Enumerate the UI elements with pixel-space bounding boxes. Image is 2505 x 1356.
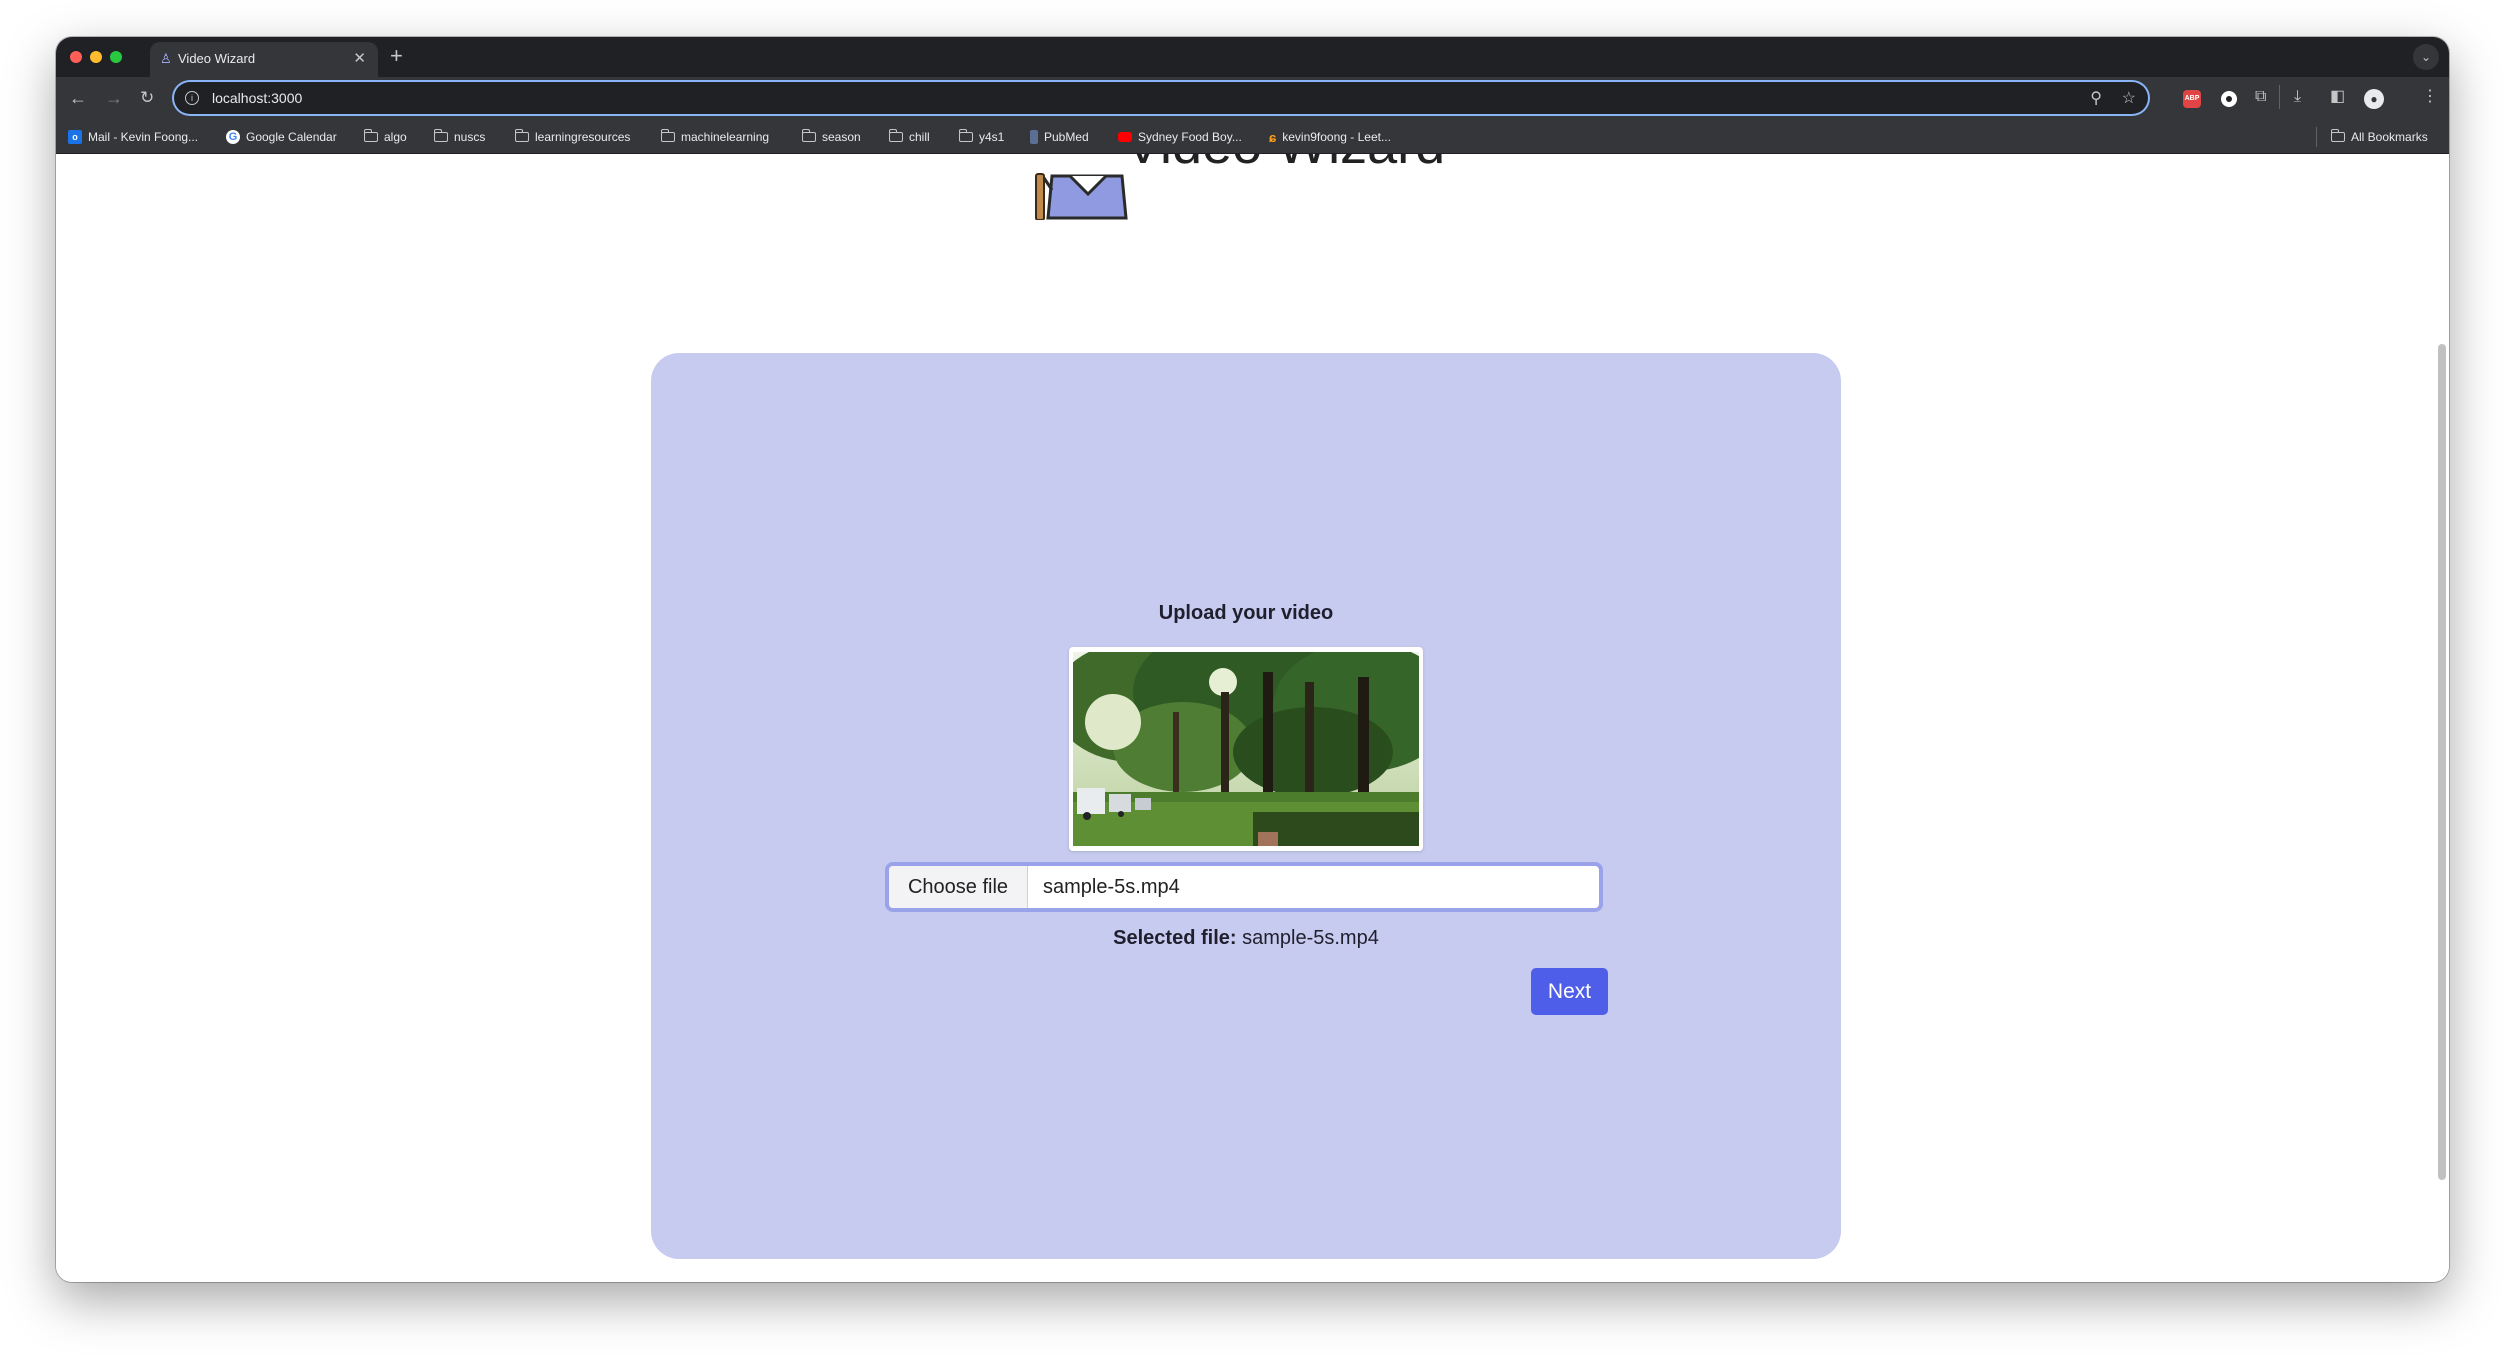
bookmark-folder-nuscs[interactable]: nuscs (433, 129, 486, 145)
google-icon: G (226, 130, 240, 144)
bookmark-label: PubMed (1044, 130, 1089, 144)
zoom-window-button[interactable] (110, 51, 122, 63)
page-content: Video Wizard Upload your video (56, 154, 2449, 1282)
video-thumbnail (1073, 652, 1419, 846)
folder-icon (888, 129, 903, 142)
selected-file-text: Selected file: sample-5s.mp4 (651, 927, 1841, 950)
video-preview (1069, 647, 1423, 851)
youtube-icon (1118, 132, 1132, 142)
bookmark-label: learningresources (535, 130, 631, 144)
tab-video-wizard[interactable]: ♙ Video Wizard ✕ (150, 42, 378, 77)
selected-file-value: sample-5s.mp4 (1242, 927, 1379, 949)
upload-card: Upload your video Choose file sample-5s.… (651, 353, 1841, 1259)
more-menu-icon[interactable]: ⋮ (2422, 89, 2438, 105)
extensions-puzzle-icon[interactable]: ⧉ (2255, 89, 2266, 105)
tab-strip: ♙ Video Wizard ✕ + ⌄ (56, 37, 2449, 77)
folder-icon (514, 129, 529, 142)
chosen-file-name: sample-5s.mp4 (1043, 876, 1180, 898)
side-panel-icon[interactable]: ◧ (2330, 89, 2345, 105)
toolbar-divider (2279, 85, 2280, 109)
bookmark-folder-algo[interactable]: algo (363, 129, 407, 145)
zoom-icon[interactable]: ⚲ (2090, 88, 2102, 108)
bookmark-star-icon[interactable]: ☆ (2122, 88, 2136, 108)
bookmark-folder-machinelearning[interactable]: machinelearning (660, 129, 770, 145)
leetcode-icon: ɕ (1269, 129, 1277, 145)
all-bookmarks-button[interactable]: All Bookmarks (2330, 129, 2428, 145)
record-extension-icon[interactable] (2221, 91, 2237, 107)
outlook-icon: o (68, 130, 82, 144)
app-title: Video Wizard (1125, 154, 1445, 176)
bookmark-folder-season[interactable]: season (801, 129, 861, 145)
tab-search-button[interactable]: ⌄ (2413, 44, 2439, 70)
browser-window: ♙ Video Wizard ✕ + ⌄ ← → ↻ i localhost:3… (56, 37, 2449, 1282)
all-bookmarks-label: All Bookmarks (2351, 130, 2428, 144)
bookmark-label: y4s1 (979, 130, 1005, 144)
bookmark-label: Sydney Food Boy... (1138, 130, 1242, 144)
bookmark-label: season (822, 130, 861, 144)
download-icon[interactable]: ⤓ (2294, 89, 2301, 105)
adblock-extension-icon[interactable]: ABP (2183, 90, 2201, 108)
profile-avatar-icon[interactable]: ● (2364, 89, 2384, 109)
bookmarks-divider (2316, 127, 2317, 147)
bookmark-google-calendar[interactable]: G Google Calendar (226, 129, 337, 145)
folder-icon (801, 129, 816, 142)
bookmarks-bar: o Mail - Kevin Foong... G Google Calenda… (56, 121, 2449, 154)
bookmark-label: Google Calendar (246, 130, 337, 144)
url-text[interactable]: localhost:3000 (212, 90, 302, 106)
bookmark-pubmed[interactable]: PubMed (1030, 129, 1089, 145)
bookmark-label: machinelearning (681, 130, 770, 144)
bookmark-folder-chill[interactable]: chill (888, 129, 930, 145)
bookmark-label: nuscs (454, 130, 486, 144)
wizard-icon: ♙ (160, 51, 172, 66)
bookmark-label: Mail - Kevin Foong... (88, 130, 199, 144)
site-info-icon[interactable]: i (185, 91, 199, 105)
app-header: Video Wizard (1030, 154, 1530, 220)
file-upload-input[interactable]: Choose file sample-5s.mp4 (885, 862, 1603, 912)
forward-arrow-icon[interactable]: → (105, 89, 123, 107)
upload-heading: Upload your video (1158, 602, 1334, 624)
address-bar[interactable]: i localhost:3000 ⚲ ☆ (174, 82, 2148, 114)
tab-title: Video Wizard (178, 51, 256, 66)
bookmark-mail[interactable]: o Mail - Kevin Foong... (68, 129, 198, 145)
folder-icon (363, 129, 378, 142)
bookmark-leetcode[interactable]: ɕ kevin9foong - Leet... (1269, 129, 1391, 145)
vertical-scrollbar[interactable] (2438, 344, 2446, 1180)
minimize-window-button[interactable] (90, 51, 102, 63)
bookmark-folder-learningresources[interactable]: learningresources (514, 129, 631, 145)
bookmark-label: chill (909, 130, 930, 144)
folder-icon (958, 129, 973, 142)
bookmark-label: kevin9foong - Leet... (1282, 130, 1391, 144)
back-arrow-icon[interactable]: ← (69, 89, 87, 107)
choose-file-button[interactable]: Choose file (889, 866, 1028, 908)
close-window-button[interactable] (70, 51, 82, 63)
reload-icon[interactable]: ↻ (140, 89, 154, 107)
close-tab-icon[interactable]: ✕ (353, 49, 366, 67)
new-tab-button[interactable]: + (390, 43, 403, 69)
folder-icon (660, 129, 675, 142)
bookmark-sydney-food-boy[interactable]: Sydney Food Boy... (1118, 129, 1242, 145)
folder-icon (2330, 129, 2345, 142)
bookmark-folder-y4s1[interactable]: y4s1 (958, 129, 1005, 145)
folder-icon (433, 129, 448, 142)
pubmed-icon (1030, 130, 1038, 144)
bookmark-label: algo (384, 130, 407, 144)
selected-file-label: Selected file: (1113, 927, 1237, 949)
toolbar: ← → ↻ i localhost:3000 ⚲ ☆ ABP ⧉ ⤓ ◧ ● ⋮ (56, 77, 2449, 121)
next-button[interactable]: Next (1531, 968, 1608, 1015)
